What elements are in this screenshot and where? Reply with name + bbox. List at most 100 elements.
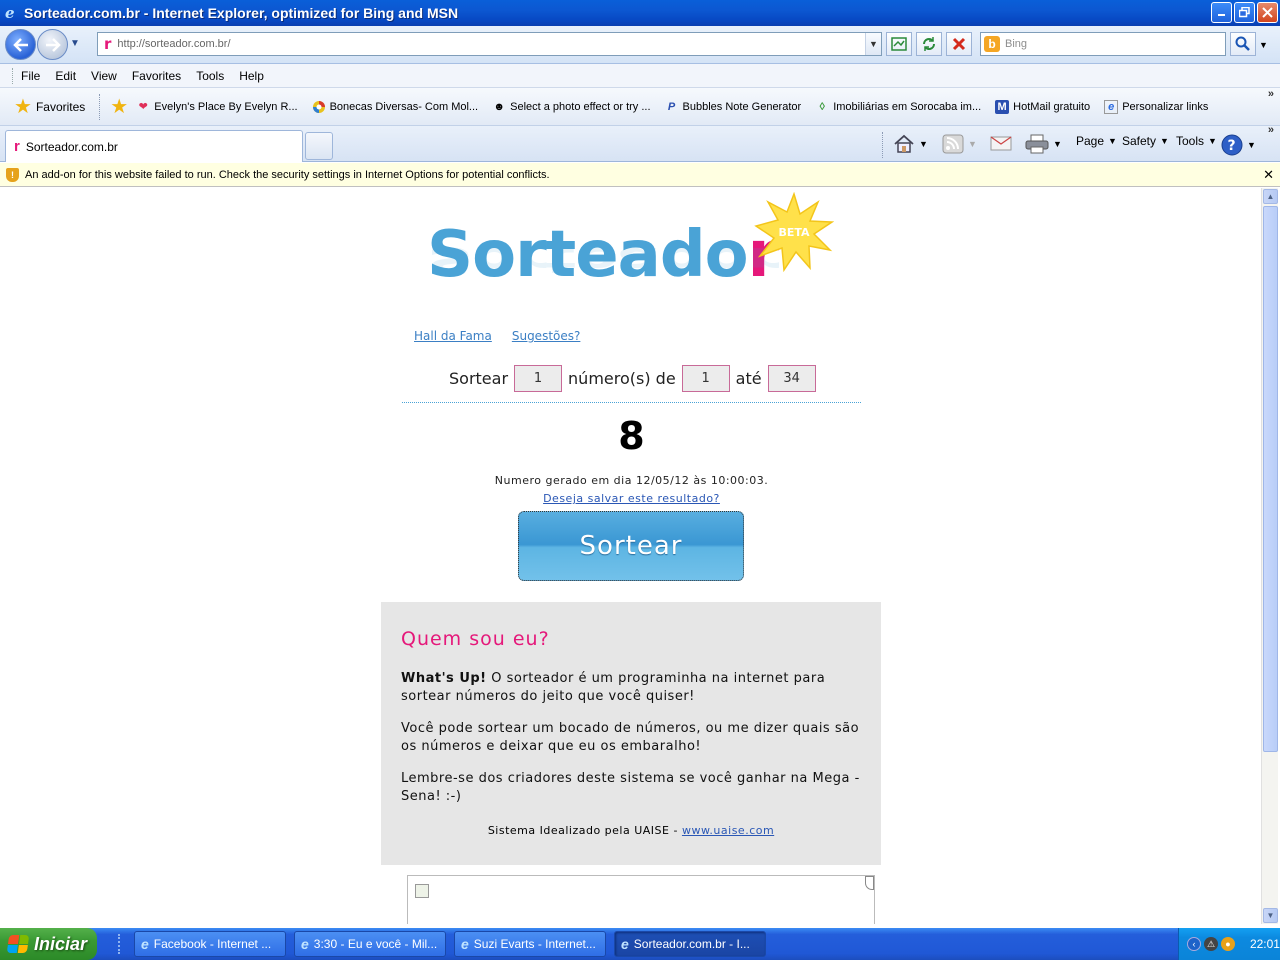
fav-link-evelyns-place[interactable]: ❤ Evelyn's Place By Evelyn R...	[136, 100, 298, 114]
command-overflow-chevron-icon[interactable]: »	[1268, 124, 1274, 136]
window-title: Sorteador.com.br - Internet Explorer, op…	[24, 5, 459, 21]
fav-link-photo-effect[interactable]: ☻ Select a photo effect or try ...	[492, 100, 650, 114]
fav-link-label: Bonecas Diversas- Com Mol...	[329, 100, 479, 113]
start-button[interactable]: Iniciar	[0, 928, 97, 960]
scroll-up-arrow-icon[interactable]: ▲	[1263, 189, 1278, 204]
print-button[interactable]: ▼	[1025, 134, 1062, 154]
label-ate: até	[735, 369, 762, 388]
menu-view[interactable]: View	[91, 69, 117, 83]
refresh-icon[interactable]	[916, 32, 942, 56]
menu-grip	[12, 67, 15, 84]
fav-link-bubbles[interactable]: P Bubbles Note Generator	[665, 100, 802, 114]
menu-tools[interactable]: Tools	[196, 69, 224, 83]
menu-bar: File Edit View Favorites Tools Help	[0, 64, 1280, 88]
restore-button[interactable]	[1234, 2, 1255, 23]
address-dropdown-button[interactable]: ▼	[865, 33, 881, 55]
address-bar[interactable]: r http://sorteador.com.br/ ▼	[97, 32, 882, 56]
ie-icon: e	[301, 936, 309, 952]
tab-title: Sorteador.com.br	[25, 139, 118, 154]
close-info-bar-icon[interactable]: ✕	[1263, 167, 1274, 183]
menu-favorites[interactable]: Favorites	[132, 69, 181, 83]
title-bar: e Sorteador.com.br - Internet Explorer, …	[0, 0, 1280, 26]
search-box[interactable]: b Bing	[980, 32, 1226, 56]
fav-link-personalizar[interactable]: e Personalizar links	[1104, 99, 1208, 114]
label-numeros-de: número(s) de	[568, 369, 676, 388]
taskbar-item-music[interactable]: e 3:30 - Eu e você - Mil...	[294, 931, 446, 957]
menu-edit[interactable]: Edit	[55, 69, 76, 83]
recent-pages-dropdown[interactable]: ▼	[70, 38, 80, 49]
range-from-input[interactable]: 1	[681, 365, 730, 392]
smiley-icon: ☻	[493, 100, 505, 113]
sugestoes-link[interactable]: Sugestões?	[512, 329, 581, 343]
quantity-input[interactable]: 1	[514, 365, 563, 392]
search-placeholder[interactable]: Bing	[1005, 38, 1027, 50]
feeds-dropdown-icon[interactable]: ▼	[968, 139, 977, 149]
taskbar-item-suzi[interactable]: e Suzi Evarts - Internet...	[454, 931, 606, 957]
back-button[interactable]	[5, 29, 36, 60]
search-options-dropdown[interactable]: ▼	[1259, 40, 1268, 50]
ad-frame[interactable]	[407, 875, 875, 924]
svg-text:e: e	[5, 5, 15, 21]
info-bar-message[interactable]: An add-on for this website failed to run…	[25, 169, 550, 181]
home-button[interactable]: ▼	[893, 134, 928, 154]
task-label: Sorteador.com.br - I...	[633, 937, 750, 951]
tray-app-icon[interactable]: ●	[1220, 937, 1235, 951]
vertical-scrollbar[interactable]: ▲ ▼	[1261, 188, 1278, 924]
scroll-down-arrow-icon[interactable]: ▼	[1263, 908, 1278, 923]
taskbar-item-facebook[interactable]: e Facebook - Internet ...	[134, 931, 286, 957]
info-bar[interactable]: ! An add-on for this website failed to r…	[0, 163, 1280, 187]
range-to-input[interactable]: 34	[767, 365, 816, 392]
favorites-button[interactable]: ★ Favorites	[14, 97, 85, 117]
tools-menu[interactable]: Tools ▼	[1176, 134, 1217, 148]
taskbar-grip	[118, 934, 122, 954]
print-dropdown-icon[interactable]: ▼	[1053, 139, 1062, 149]
top-links: Hall da Fama Sugestões?	[414, 329, 580, 343]
tray-network-icon[interactable]: ⚠	[1203, 937, 1218, 951]
tab-sorteador[interactable]: r Sorteador.com.br	[5, 130, 303, 162]
feeds-button[interactable]: ▼	[942, 134, 977, 154]
start-label: Iniciar	[34, 933, 88, 954]
ie-icon: e	[141, 936, 149, 952]
help-dropdown-icon[interactable]: ▼	[1247, 140, 1256, 150]
compatibility-view-icon[interactable]	[886, 32, 912, 56]
favorites-overflow-chevron-icon[interactable]: »	[1268, 88, 1274, 100]
safety-menu[interactable]: Safety ▼	[1122, 134, 1169, 148]
forward-button[interactable]	[37, 29, 68, 60]
fav-link-bonecas[interactable]: Bonecas Diversas- Com Mol...	[312, 100, 479, 114]
taskbar-item-sorteador[interactable]: e Sorteador.com.br - I...	[614, 931, 766, 957]
help-button[interactable]: ? ▼	[1221, 134, 1256, 156]
ie-icon: e	[461, 936, 469, 952]
tab-favicon-icon: r	[14, 138, 20, 155]
new-tab-button[interactable]	[305, 132, 333, 160]
uaise-link[interactable]: www.uaise.com	[682, 824, 774, 837]
home-dropdown-icon[interactable]: ▼	[919, 139, 928, 149]
page-menu[interactable]: Page ▼	[1076, 134, 1117, 148]
fav-link-hotmail[interactable]: M HotMail gratuito	[995, 99, 1091, 114]
favorites-star-icon: ★	[14, 95, 32, 118]
sortear-button[interactable]: Sortear	[518, 511, 744, 581]
minimize-button[interactable]	[1211, 2, 1232, 23]
bubbles-p-icon: P	[667, 100, 676, 113]
clock[interactable]: 22:01	[1250, 937, 1280, 951]
add-to-favorites-bar-icon[interactable]: ★	[110, 97, 128, 117]
address-url[interactable]: http://sorteador.com.br/	[117, 38, 230, 50]
fav-link-label: HotMail gratuito	[1013, 100, 1091, 113]
fav-link-imobiliarias[interactable]: ◊ Imobiliárias em Sorocaba im...	[815, 100, 981, 114]
read-mail-button[interactable]	[990, 134, 1012, 152]
close-window-button[interactable]	[1257, 2, 1278, 23]
page-content: Sorteador Sorteador BETA Hall da Fama Su…	[2, 188, 1261, 924]
menu-file[interactable]: File	[21, 69, 40, 83]
page-icon: ◊	[819, 100, 825, 113]
menu-help[interactable]: Help	[239, 69, 264, 83]
task-label: Suzi Evarts - Internet...	[473, 937, 596, 951]
tray-expand-icon[interactable]: ‹	[1187, 937, 1201, 951]
ie-icon: e	[621, 936, 629, 952]
search-button[interactable]	[1230, 32, 1256, 56]
stop-icon[interactable]	[946, 32, 972, 56]
save-result-link[interactable]: Deseja salvar este resultado?	[543, 492, 720, 505]
fav-link-label: Bubbles Note Generator	[682, 100, 802, 113]
hall-da-fama-link[interactable]: Hall da Fama	[414, 329, 492, 343]
logo-reflection: Sorteador	[427, 239, 779, 280]
scrollbar-thumb[interactable]	[1263, 206, 1278, 752]
ad-corner-icon[interactable]	[865, 876, 874, 890]
